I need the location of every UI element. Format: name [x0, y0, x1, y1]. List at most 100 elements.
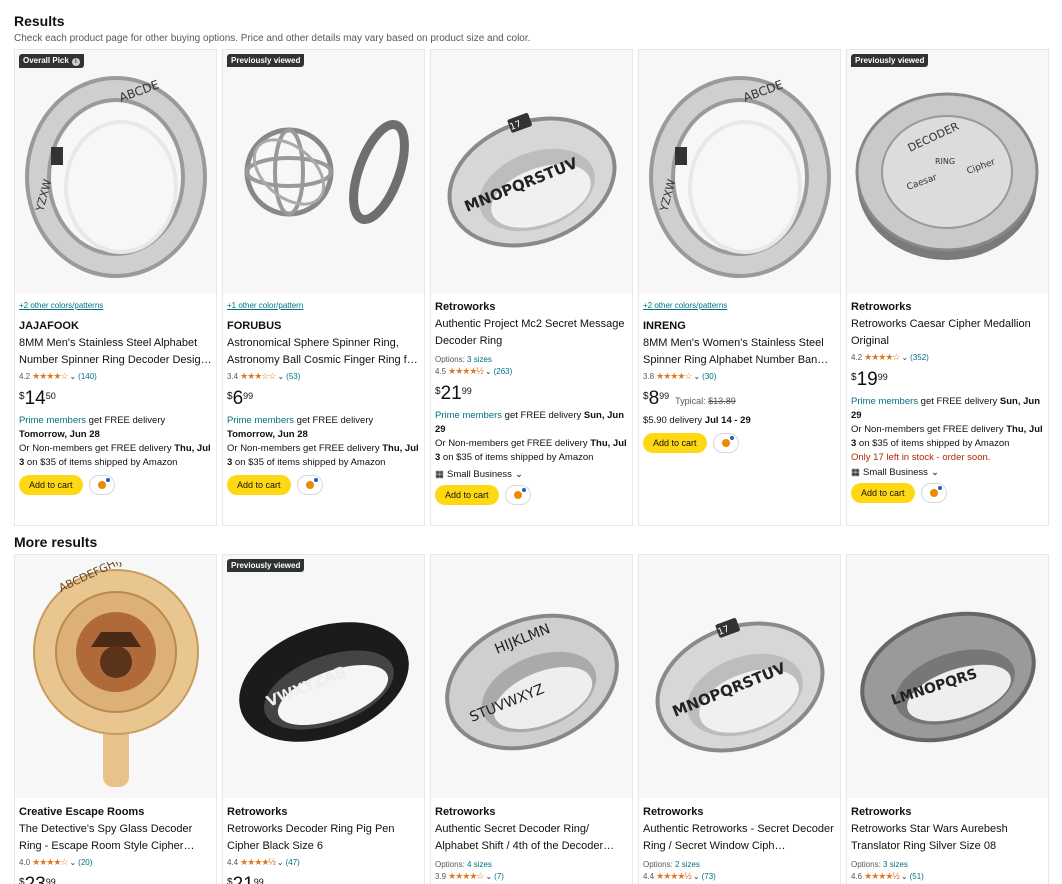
star-rating-icon[interactable]: ★★★★½ [864, 871, 900, 882]
ai-assist-button[interactable] [920, 483, 947, 503]
product-badge: Previously viewed [851, 54, 929, 67]
product-image[interactable]: Previously viewed [223, 50, 424, 293]
prime-members-link[interactable]: Prime members [19, 415, 86, 426]
rating-row[interactable]: 4.6 ★★★★½ ⌄ (51) [851, 871, 1044, 882]
rating-row[interactable]: 4.4 ★★★★½ ⌄ (47) [227, 857, 420, 868]
review-count-link[interactable]: (263) [494, 367, 513, 376]
rating-row[interactable]: 4.4 ★★★★½ ⌄ (73) [643, 871, 836, 882]
add-to-cart-button[interactable]: Add to cart [851, 483, 915, 503]
product-card[interactable]: Previously viewed DECODER RING Caesar Ci… [846, 49, 1049, 526]
product-title-link[interactable]: Authentic Retroworks - Secret Decoder Ri… [643, 821, 836, 855]
product-image[interactable]: Previously viewed DECODER RING Caesar Ci… [847, 50, 1048, 293]
size-options-link[interactable]: 3 sizes [883, 860, 908, 869]
product-title-link[interactable]: 8MM Men's Stainless Steel Alphabet Numbe… [19, 335, 212, 369]
review-count-link[interactable]: (51) [910, 872, 924, 881]
product-image[interactable]: MNOPQRSTUV 17 [639, 555, 840, 798]
add-to-cart-button[interactable]: Add to cart [227, 475, 291, 495]
product-card[interactable]: ABCDEFGHIJ Creative Escape Rooms The Dete… [14, 554, 217, 884]
product-image[interactable]: Overall Pick i ABCDE YZXW [15, 50, 216, 293]
star-rating-icon[interactable]: ★★★★☆ [448, 871, 484, 882]
rating-row[interactable]: 3.9 ★★★★☆ ⌄ (7) [435, 871, 628, 882]
ai-assist-button[interactable] [296, 475, 323, 495]
product-image[interactable]: ABCDEFGHIJ [15, 555, 216, 798]
ai-assist-button[interactable] [712, 433, 739, 453]
rating-row[interactable]: 4.2 ★★★★☆ ⌄ (140) [19, 371, 212, 382]
chevron-down-icon[interactable]: ⌄ [693, 872, 700, 881]
color-options-link[interactable]: +2 other colors/patterns [19, 301, 212, 310]
chevron-down-icon[interactable]: ⌄ [69, 858, 76, 867]
star-rating-icon[interactable]: ★★★★☆ [32, 857, 68, 868]
review-count-link[interactable]: (20) [78, 858, 92, 867]
review-count-link[interactable]: (53) [286, 372, 300, 381]
star-rating-icon[interactable]: ★★★★½ [240, 857, 276, 868]
small-business-badge[interactable]: ▦ Small Business ⌄ [851, 467, 1044, 478]
product-card[interactable]: Previously viewed +1 other color/pattern… [222, 49, 425, 526]
add-to-cart-button[interactable]: Add to cart [19, 475, 83, 495]
product-card[interactable]: ABCDE YZXW +2 other colors/patterns INREN… [638, 49, 841, 526]
ai-assist-button[interactable] [88, 475, 115, 495]
rating-row[interactable]: 4.2 ★★★★☆ ⌄ (352) [851, 352, 1044, 363]
add-to-cart-button[interactable]: Add to cart [643, 433, 707, 453]
product-card[interactable]: Overall Pick i ABCDE YZXW +2 other colors… [14, 49, 217, 526]
rating-row[interactable]: 3.4 ★★★☆☆ ⌄ (53) [227, 371, 420, 382]
product-card[interactable]: LMNOPQRS Retroworks Retroworks Star Wars … [846, 554, 1049, 884]
product-image[interactable]: LMNOPQRS [847, 555, 1048, 798]
review-count-link[interactable]: (352) [910, 353, 929, 362]
small-business-badge[interactable]: ▦ Small Business ⌄ [435, 469, 628, 480]
chevron-down-icon[interactable]: ⌄ [69, 372, 76, 381]
chevron-down-icon[interactable]: ⌄ [693, 372, 700, 381]
star-rating-icon[interactable]: ★★★★½ [656, 871, 692, 882]
results-title: Results [14, 13, 65, 29]
product-title-link[interactable]: Authentic Project Mc2 Secret Message Dec… [435, 316, 628, 350]
review-count-link[interactable]: (30) [702, 372, 716, 381]
prime-members-link[interactable]: Prime members [435, 410, 502, 421]
color-options-link[interactable]: +1 other color/pattern [227, 301, 420, 310]
rating-row[interactable]: 3.8 ★★★★☆ ⌄ (30) [643, 371, 836, 382]
star-rating-icon[interactable]: ★★★★☆ [32, 371, 68, 382]
product-title-link[interactable]: Retroworks Decoder Ring Pig Pen Cipher B… [227, 821, 420, 855]
size-options-link[interactable]: 2 sizes [675, 860, 700, 869]
product-title-link[interactable]: Authentic Secret Decoder Ring/ Alphabet … [435, 821, 628, 855]
chevron-down-icon[interactable]: ⌄ [931, 467, 939, 478]
review-count-link[interactable]: (47) [286, 858, 300, 867]
product-title-link[interactable]: Retroworks Caesar Cipher Medallion Origi… [851, 316, 1044, 350]
product-title-link[interactable]: 8MM Men's Women's Stainless Steel Spinne… [643, 335, 836, 369]
review-count-link[interactable]: (73) [702, 872, 716, 881]
rating-row[interactable]: 4.0 ★★★★☆ ⌄ (20) [19, 857, 212, 868]
star-rating-icon[interactable]: ★★★★☆ [656, 371, 692, 382]
product-card[interactable]: MNOPQRSTUV 17 Retroworks Authentic Retrow… [638, 554, 841, 884]
chevron-down-icon[interactable]: ⌄ [277, 372, 284, 381]
product-title-link[interactable]: Astronomical Sphere Spinner Ring, Astron… [227, 335, 420, 369]
review-count-link[interactable]: (7) [494, 872, 504, 881]
add-to-cart-button[interactable]: Add to cart [435, 485, 499, 505]
star-rating-icon[interactable]: ★★★★☆ [864, 352, 900, 363]
ai-assist-button[interactable] [504, 485, 531, 505]
star-rating-icon[interactable]: ★★★★½ [448, 366, 484, 377]
product-brand: Retroworks [227, 806, 288, 818]
product-title-link[interactable]: The Detective's Spy Glass Decoder Ring -… [19, 821, 212, 855]
product-title-link[interactable]: Retroworks Star Wars Aurebesh Translator… [851, 821, 1044, 855]
product-image[interactable]: MNOPQRSTUV 17 [431, 50, 632, 293]
size-options-link[interactable]: 4 sizes [467, 860, 492, 869]
product-card[interactable]: Previously viewed VWXYZAB Retroworks Retr… [222, 554, 425, 884]
chevron-down-icon[interactable]: ⌄ [485, 367, 492, 376]
prime-members-link[interactable]: Prime members [851, 396, 918, 407]
review-count-link[interactable]: (140) [78, 372, 97, 381]
prime-members-link[interactable]: Prime members [227, 415, 294, 426]
chevron-down-icon[interactable]: ⌄ [901, 353, 908, 362]
chevron-down-icon[interactable]: ⌄ [515, 469, 523, 480]
rating-row[interactable]: 4.5 ★★★★½ ⌄ (263) [435, 366, 628, 377]
star-rating-icon[interactable]: ★★★☆☆ [240, 371, 276, 382]
size-options-link[interactable]: 3 sizes [467, 355, 492, 364]
chevron-down-icon[interactable]: ⌄ [901, 872, 908, 881]
product-card[interactable]: HIJKLMN STUVWXYZ Retroworks Authentic Sec… [430, 554, 633, 884]
product-image[interactable]: ABCDE YZXW [639, 50, 840, 293]
chevron-down-icon[interactable]: ⌄ [485, 872, 492, 881]
info-icon[interactable]: i [71, 58, 80, 66]
product-card[interactable]: MNOPQRSTUV 17 Retroworks Authentic Projec… [430, 49, 633, 526]
card-actions: Add to cart [227, 475, 420, 495]
product-image[interactable]: HIJKLMN STUVWXYZ [431, 555, 632, 798]
chevron-down-icon[interactable]: ⌄ [277, 858, 284, 867]
product-image[interactable]: Previously viewed VWXYZAB [223, 555, 424, 798]
color-options-link[interactable]: +2 other colors/patterns [643, 301, 836, 310]
